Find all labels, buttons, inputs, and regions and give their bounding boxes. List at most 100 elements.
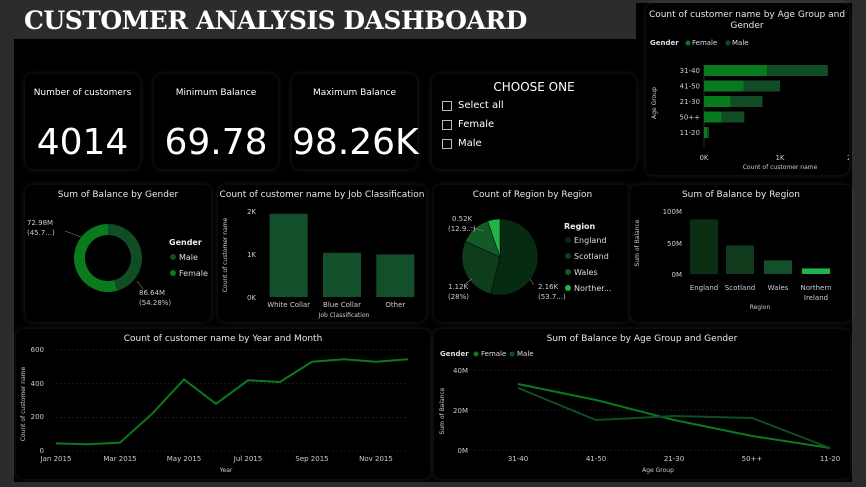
slicer-option-label: Female [458,119,495,130]
bar-male [767,65,828,76]
slicer-option-male[interactable]: Male [442,138,482,149]
pie-label-c-pct: (53.7...) [538,293,566,301]
bars-group: White Collar Blue Collar Other [267,213,415,309]
chart-job-bar: Count of customer name by Job Classifica… [218,185,426,322]
kpi-card-min-balance: Minimum Balance 69.78 [154,74,278,169]
legend-label-female: Female [481,350,506,358]
donut-label-male-pct: (45.7...) [27,229,55,237]
bar-female [704,80,744,92]
y-tick-label: 41-50 [680,83,700,91]
age-gender-line-svg: Gender Female Male Sum of Balance 40M 20… [439,350,840,474]
bar-england [690,219,718,274]
x-tick-label: Jul 2015 [233,455,263,463]
x-tick-wales: Wales [768,284,789,292]
donut-label-male-value: 72.98M [27,219,53,227]
region-bar-svg: Sum of Balance 100M 50M 0M England Scotl… [634,208,832,311]
y-tick-1: 50M [667,240,682,248]
series-line [55,358,409,446]
line-group: 31-40 41-50 21-30 50++ 11-20 [474,369,840,463]
slicer-option-select-all[interactable]: Select all [442,100,504,111]
legend-dot-male [509,351,515,357]
bar-male [730,96,763,107]
x-tick-label: 41-50 [586,455,606,463]
x-axis-label: Year [219,467,233,474]
legend-dot-female [170,270,176,276]
legend-dot-female [685,40,691,46]
leader-line [529,278,535,286]
x-tick-label: May 2015 [167,455,202,463]
page-title: CUSTOMER ANALYSIS DASHBOARD [24,6,527,35]
legend-label-female: Female [179,269,208,278]
kpi-card-customers: Number of customers 4014 [25,74,140,169]
checkbox-icon[interactable] [442,119,452,130]
bars-group: 31-40 41-50 21-30 50++ 11-20 [679,63,828,147]
kpi-value: 4014 [36,122,129,163]
x-tick-label: Jan 2015 [40,455,72,463]
x-tick-scotland: Scotland [725,284,755,292]
checkbox-icon[interactable] [442,100,452,111]
x-tick-2: 2K [847,154,849,162]
slicer-option-label: Male [458,138,482,149]
year-month-line-svg: Count of customer name 600 400 200 0 Jan… [20,346,409,474]
chart-age-gender-bar: Count of customer name by Age Group and … [646,3,856,175]
y-axis-label: Sum of Balance [634,219,641,266]
series-line-male [517,387,831,449]
gender-slicer: CHOOSE ONE Select all Female Male [432,74,636,169]
bars-group [690,219,830,274]
y-tick-1: 1K [247,251,256,259]
bar-female [704,96,731,107]
donut-label-female-pct: (54.28%) [139,299,171,307]
bar-male [707,127,709,138]
x-tick-1: 1K [775,154,784,162]
x-tick-label: 11-20 [820,455,840,463]
x-tick-label: White Collar [267,301,310,309]
bar-male [743,80,780,92]
y-axis-label: Age Group [651,87,658,119]
kpi-label: Minimum Balance [175,88,257,98]
y-tick-2: 0K [247,294,256,302]
y-tick-0: 100M [663,208,682,216]
legend-dot-wales [565,269,571,275]
y-tick-0: 40M [453,367,468,375]
legend-label-wales: Wales [574,268,598,277]
slicer-option-female[interactable]: Female [442,119,494,130]
pie-label-a-pct: (12.9...) [448,225,476,233]
bar-female [704,111,722,123]
y-tick-label: 21-30 [680,98,700,106]
chart-age-gender-line: Sum of Balance by Age Group and Gender G… [434,329,850,479]
bar-northern-ireland [802,268,830,274]
checkbox-icon[interactable] [442,138,452,149]
legend-label-male: Male [179,253,198,262]
legend-title: Gender [169,238,202,247]
y-tick-0: 2K [247,208,256,216]
age-gender-bar-svg: Count of customer name by Age Group and … [649,10,856,171]
bar-female [704,127,708,138]
x-tick-label: Mar 2015 [103,455,136,463]
chart-title-line1: Count of customer name by Age Group and [649,10,845,20]
chart-region-pie: Count of Region by Region 0.52K (12.9...… [434,185,631,322]
x-tick-northern-2: Ireland [804,294,828,302]
x-tick-label: Other [385,301,405,309]
legend-title: Gender [650,39,679,47]
chart-region-bar: Sum of Balance by Region Sum of Balance … [630,185,852,322]
x-tick-england: England [690,284,718,292]
legend-dot-northern-ireland [565,285,571,291]
x-tick-label: 31-40 [508,455,528,463]
kpi-label: Maximum Balance [312,88,397,98]
x-axis-label: Job Classification [318,312,370,319]
dashboard-canvas: CUSTOMER ANALYSIS DASHBOARD Number of cu… [14,3,856,482]
legend-label-female: Female [692,39,717,47]
x-axis-label: Count of customer name [743,164,818,171]
donut-label-female-value: 86.64M [139,289,165,297]
y-tick-2: 200 [31,413,44,421]
kpi-card-max-balance: Maximum Balance 98.26K [292,74,419,169]
x-tick-label: 21-30 [664,455,684,463]
legend-title: Region [564,222,596,231]
y-tick-2: 0M [672,271,683,279]
y-tick-3: 0 [40,447,44,455]
legend-dot-male [725,40,731,46]
y-tick-0: 600 [31,346,44,354]
legend-label-male: Male [732,39,749,47]
bar-male [721,111,745,123]
x-tick-label: Sep 2015 [295,455,328,463]
